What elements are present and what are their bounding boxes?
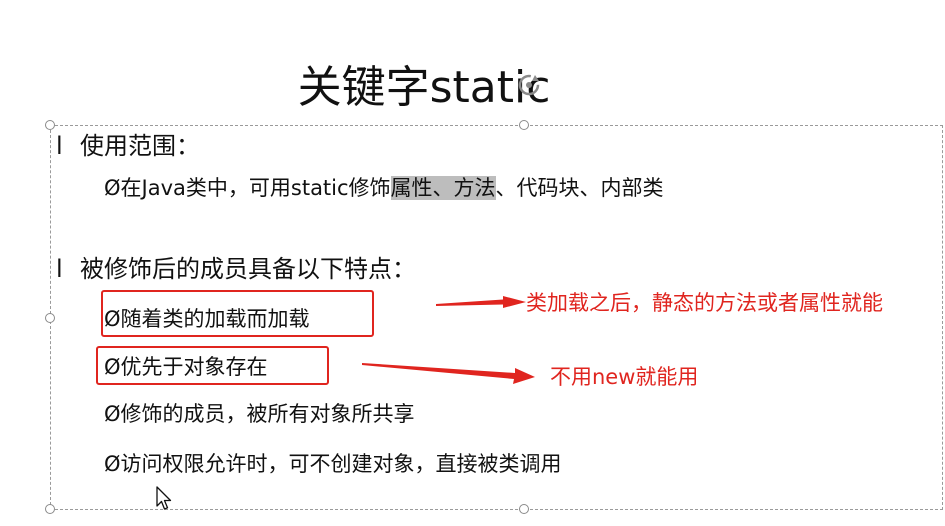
- annotation-note: 不用new就能用: [550, 365, 699, 389]
- mouse-cursor-icon: [156, 486, 172, 510]
- arrow-icon: [362, 363, 535, 384]
- annotation-note: 类加载之后，静态的方法或者属性就能: [526, 291, 883, 315]
- annotation-arrows: [362, 296, 535, 384]
- arrow-icon: [436, 296, 526, 308]
